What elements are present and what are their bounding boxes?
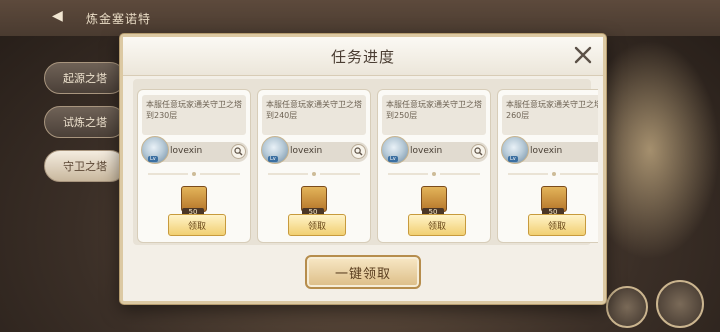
player-row: Lv lovexin bbox=[381, 136, 488, 164]
magnifier-icon[interactable] bbox=[471, 144, 486, 159]
magnifier-icon[interactable] bbox=[231, 144, 246, 159]
player-row: Lv lovexin bbox=[261, 136, 368, 164]
avatar: Lv bbox=[501, 136, 529, 164]
back-arrow-icon[interactable]: ◀ bbox=[52, 8, 63, 24]
player-name: lovexin bbox=[410, 146, 443, 156]
task-card: 本服任意玩家通关守卫之塔到240层 Lv lovexin 50 领取 bbox=[257, 89, 371, 243]
player-name: lovexin bbox=[530, 146, 563, 156]
close-icon[interactable] bbox=[571, 43, 595, 67]
player-row: Lv lovexin bbox=[501, 136, 598, 164]
tab-tower-3[interactable]: 守卫之塔 bbox=[44, 150, 126, 182]
task-card: 本服任意玩家通关守卫之塔到260层 Lv lovexin 50 领取 bbox=[497, 89, 598, 243]
task-card: 本服任意玩家通关守卫之塔到250层 Lv lovexin 50 领取 bbox=[377, 89, 491, 243]
task-description: 本服任意玩家通关守卫之塔到250层 bbox=[382, 95, 486, 135]
dialog-title: 任务进度 bbox=[330, 48, 395, 66]
ornament-divider bbox=[508, 172, 598, 176]
avatar: Lv bbox=[141, 136, 169, 164]
claim-button[interactable]: 领取 bbox=[288, 214, 346, 236]
claim-button[interactable]: 领取 bbox=[408, 214, 466, 236]
task-description: 本服任意玩家通关守卫之塔到240层 bbox=[262, 95, 366, 135]
task-description: 本服任意玩家通关守卫之塔到230层 bbox=[142, 95, 246, 135]
ornament-divider bbox=[268, 172, 360, 176]
task-progress-dialog: 任务进度 本服任意玩家通关守卫之塔到230层 Lv lovexin 50 领取 … bbox=[120, 34, 606, 304]
claim-all-button[interactable]: 一键领取 bbox=[305, 255, 421, 289]
claim-button[interactable]: 领取 bbox=[528, 214, 586, 236]
player-row: Lv lovexin bbox=[141, 136, 248, 164]
magnifier-icon[interactable] bbox=[351, 144, 366, 159]
claim-button[interactable]: 领取 bbox=[168, 214, 226, 236]
task-card: 本服任意玩家通关守卫之塔到230层 Lv lovexin 50 领取 bbox=[137, 89, 251, 243]
tab-tower-2[interactable]: 试炼之塔 bbox=[44, 106, 126, 138]
screen-title: 炼金塞诺特 bbox=[86, 12, 152, 26]
avatar: Lv bbox=[261, 136, 289, 164]
menu-round-button-1[interactable] bbox=[606, 286, 648, 328]
ornament-divider bbox=[148, 172, 240, 176]
task-description: 本服任意玩家通关守卫之塔到260层 bbox=[502, 95, 598, 135]
dialog-header: 任务进度 bbox=[123, 37, 603, 76]
player-name: lovexin bbox=[170, 146, 203, 156]
tab-tower-1[interactable]: 起源之塔 bbox=[44, 62, 126, 94]
avatar: Lv bbox=[381, 136, 409, 164]
player-name: lovexin bbox=[290, 146, 323, 156]
menu-round-button-2[interactable] bbox=[656, 280, 704, 328]
ornament-divider bbox=[388, 172, 480, 176]
